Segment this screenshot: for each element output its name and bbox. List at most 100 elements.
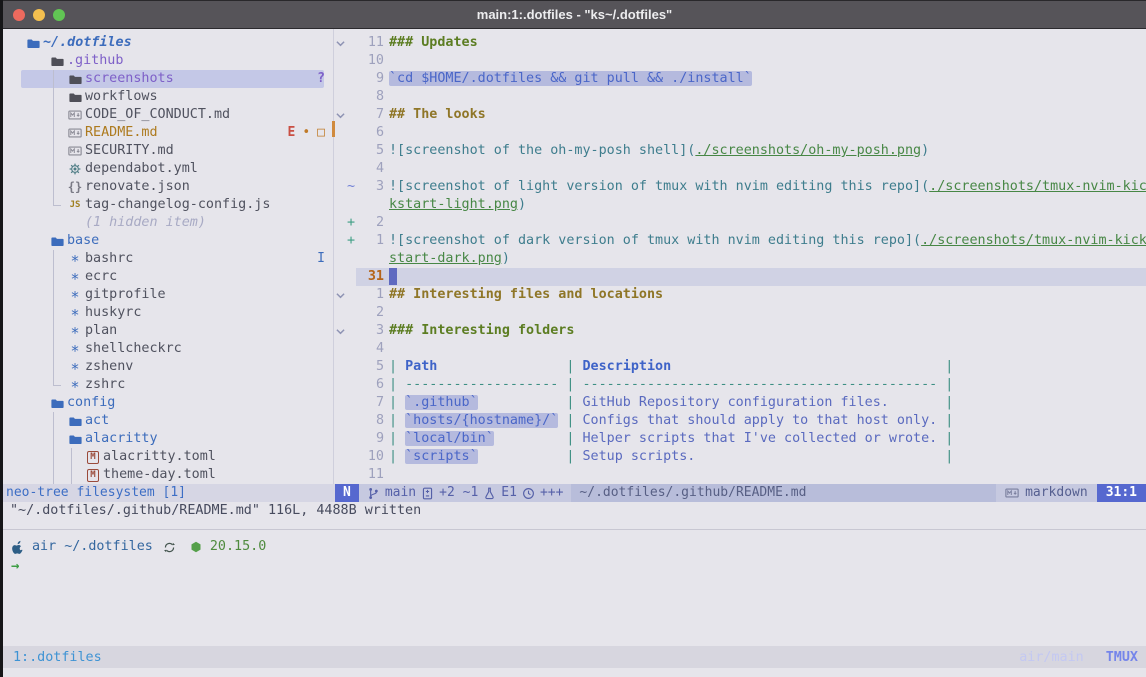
status-badge: • [302, 124, 310, 142]
tree-item-zshrc[interactable]: *zshrc [3, 376, 333, 394]
tree-item-alacritty.toml[interactable]: Malacritty.toml [3, 448, 333, 466]
line-number: 3 [356, 178, 384, 196]
prompt-arrow[interactable]: → [11, 556, 1146, 576]
editor-line[interactable]: 8| `hosts/{hostname}/` | Configs that sh… [334, 412, 1146, 430]
tmux-window-item[interactable]: 1:.dotfiles [3, 650, 102, 665]
tree-item-alacritty[interactable]: alacritty [3, 430, 333, 448]
tree-item-renovate.json[interactable]: {}renovate.json [3, 178, 333, 196]
fold-column [334, 88, 346, 106]
statusline-filepath: ~/.dotfiles/.github/README.md [571, 484, 996, 502]
editor-line[interactable]: 6| ------------------- | ---------------… [334, 376, 1146, 394]
tree-item-config[interactable]: config [3, 394, 333, 412]
tree-guide [53, 88, 54, 106]
flask-icon [483, 487, 496, 500]
editor-line[interactable]: 5| Path | Description | [334, 358, 1146, 376]
tree-item-act[interactable]: act [3, 412, 333, 430]
git-add-sign: + [346, 232, 356, 250]
editor-line[interactable]: 6 [334, 124, 1146, 142]
sign-column [346, 412, 356, 430]
editor-line[interactable]: +2 [334, 214, 1146, 232]
tree-item-theme-day.toml[interactable]: Mtheme-day.toml [3, 466, 333, 484]
line-text: | Path | Description | [389, 358, 953, 376]
terminal-content: ~/.dotfiles.githubscreenshots?workflowsC… [3, 29, 1146, 677]
apple-icon [11, 540, 24, 554]
node-version: 20.15.0 [210, 538, 266, 556]
editor-line[interactable]: 31 [334, 268, 1146, 286]
tree-item-plan[interactable]: *plan [3, 322, 333, 340]
fold-icon[interactable] [334, 106, 346, 124]
editor-line[interactable]: kstart-light.png) [334, 196, 1146, 214]
editor-line[interactable]: 9| `local/bin` | Helper scripts that I'v… [334, 430, 1146, 448]
editor-line[interactable]: 7## The looks [334, 106, 1146, 124]
tree-item-label: zshenv [85, 358, 133, 376]
nvim-area: ~/.dotfiles.githubscreenshots?workflowsC… [3, 29, 1146, 484]
tree-item-huskyrc[interactable]: *huskyrc [3, 304, 333, 322]
sign-column [346, 394, 356, 412]
line-number: 7 [356, 394, 384, 412]
shell-pane[interactable]: air ~/.dotfiles 20.15.0 → [3, 530, 1146, 646]
fold-icon[interactable] [334, 286, 346, 304]
sign-column [346, 34, 356, 52]
fold-column [334, 340, 346, 358]
tmux-right-status: air/main TMUX [1019, 650, 1146, 665]
editor-line[interactable]: 8 [334, 88, 1146, 106]
fold-column [334, 52, 346, 70]
fold-icon[interactable] [334, 322, 346, 340]
tree-item-tag-changelog-config.js[interactable]: JStag-changelog-config.js [3, 196, 333, 214]
line-number: 1 [356, 286, 384, 304]
editor-line[interactable]: ~3![screenshot of light version of tmux … [334, 178, 1146, 196]
editor-line[interactable]: 4 [334, 160, 1146, 178]
status-row: neo-tree filesystem [1] N main +2 ~1 E1 … [3, 484, 1146, 502]
tree-item-base[interactable]: base [3, 232, 333, 250]
text-cursor [389, 268, 397, 285]
folder-icon [67, 89, 83, 105]
editor-statusline: N main +2 ~1 E1 +++ ~/.dotfiles/.github/… [335, 484, 1146, 502]
editor-buffer[interactable]: 11### Updates109`cd $HOME/.dotfiles && g… [334, 29, 1146, 484]
tree-item-label: huskyrc [85, 304, 141, 322]
tree-item-shellcheckrc[interactable]: *shellcheckrc [3, 340, 333, 358]
tree-item-.github[interactable]: .github [3, 52, 333, 70]
tree-item-screenshots[interactable]: screenshots? [3, 70, 333, 88]
fold-column [334, 232, 346, 250]
editor-line[interactable]: 10| `scripts` | Setup scripts. | [334, 448, 1146, 466]
tree-guide [71, 466, 72, 484]
clock-icon [522, 487, 535, 500]
editor-line[interactable]: +1![screenshot of dark version of tmux w… [334, 232, 1146, 250]
tree-item-security.md[interactable]: SECURITY.md [3, 142, 333, 160]
editor-line[interactable]: 4 [334, 340, 1146, 358]
tree-guide [53, 322, 54, 340]
editor-line[interactable]: 7| `.github` | GitHub Repository configu… [334, 394, 1146, 412]
editor-line[interactable]: start-dark.png) [334, 250, 1146, 268]
editor-line[interactable]: 3### Interesting folders [334, 322, 1146, 340]
fold-column [334, 358, 346, 376]
line-text [389, 268, 397, 286]
line-text: kstart-light.png) [389, 196, 526, 214]
tree-item-zshenv[interactable]: *zshenv [3, 358, 333, 376]
editor-line[interactable]: 10 [334, 52, 1146, 70]
tree-item-gitprofile[interactable]: *gitprofile [3, 286, 333, 304]
tree-item-workflows[interactable]: workflows [3, 88, 333, 106]
line-number: 1 [356, 232, 384, 250]
neotree-statusline: neo-tree filesystem [1] [3, 484, 335, 502]
editor-line[interactable]: 1## Interesting files and locations [334, 286, 1146, 304]
tree-item--.dotfiles[interactable]: ~/.dotfiles [3, 34, 333, 52]
tree-item-bashrc[interactable]: *bashrcI [3, 250, 333, 268]
editor-line[interactable]: 11### Updates [334, 34, 1146, 52]
sign-column [346, 322, 356, 340]
editor-line[interactable]: 5![screenshot of the oh-my-posh shell](.… [334, 142, 1146, 160]
tree-item--1-hidden-item-[interactable]: (1 hidden item) [3, 214, 333, 232]
editor-line[interactable]: 11 [334, 466, 1146, 484]
fold-icon[interactable] [334, 34, 346, 52]
tree-item-dependabot.yml[interactable]: dependabot.yml [3, 160, 333, 178]
node-icon [190, 541, 202, 553]
editor-line[interactable]: 9`cd $HOME/.dotfiles && git pull && ./in… [334, 70, 1146, 88]
folder-icon [67, 431, 83, 447]
tmux-label: TMUX [1106, 650, 1138, 665]
tree-item-ecrc[interactable]: *ecrc [3, 268, 333, 286]
tree-item-code-of-conduct.md[interactable]: CODE_OF_CONDUCT.md [3, 106, 333, 124]
tmux-status-bar: 1:.dotfiles air/main TMUX [3, 646, 1146, 668]
folder-icon [67, 413, 83, 429]
editor-line[interactable]: 2 [334, 304, 1146, 322]
tree-item-readme.md[interactable]: README.mdE•□ [3, 124, 333, 142]
tree-item-label: workflows [85, 88, 158, 106]
